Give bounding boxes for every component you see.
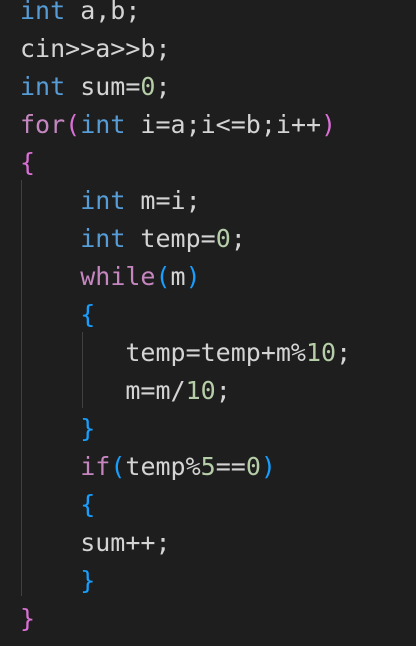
code-token: ) [185,262,201,291]
code-token: ( [110,452,126,481]
code-token: ; [230,224,246,253]
code-token: ; [215,376,231,405]
code-line[interactable]: if(temp%5==0) [20,448,276,486]
code-token: int [20,72,66,101]
code-line[interactable]: cin>>a>>b; [20,30,171,68]
code-token: temp% [125,452,201,481]
code-token: 5 [200,452,216,481]
code-token: m=i; [125,186,201,215]
code-line[interactable]: } [20,410,95,448]
code-token: while [80,262,156,291]
code-token: 0 [140,72,156,101]
code-token: m [170,262,186,291]
code-token: int [80,224,126,253]
code-token: 10 [185,376,216,405]
code-line[interactable]: int a,b; [20,0,140,30]
code-line[interactable]: int sum=0; [20,68,171,106]
code-line[interactable]: { [20,296,95,334]
code-token: } [80,414,96,443]
code-token: { [80,490,96,519]
code-token: 10 [305,338,337,367]
code-line[interactable]: while(m) [20,258,201,296]
code-line[interactable]: temp=temp+m%10; [20,334,351,372]
code-token: ) [321,110,337,139]
code-token: sum++; [20,528,171,557]
code-token: { [20,148,36,177]
code-token: if [80,452,111,481]
code-line[interactable]: } [20,562,95,600]
code-line[interactable]: } [20,600,35,638]
code-token: temp=temp+m% [20,338,306,367]
code-token: } [20,604,36,633]
code-token: i=a;i<=b;i++ [125,110,322,139]
code-token: temp= [125,224,216,253]
code-token: int [80,186,126,215]
code-token: m=m/ [20,376,186,405]
code-line[interactable]: { [20,144,35,182]
code-token: 0 [245,452,261,481]
code-line[interactable]: int temp=0; [20,220,246,258]
code-token: == [215,452,246,481]
code-token: } [80,566,96,595]
code-token: cin>>a>>b; [20,34,171,63]
code-token: ( [155,262,171,291]
code-token: for [20,110,66,139]
code-token: int [20,0,66,25]
code-token: ( [65,110,81,139]
code-editor[interactable]: int a,b; cin>>a>>b; int sum=0; for(int i=a;… [0,0,416,646]
code-token: int [80,110,126,139]
code-line[interactable]: { [20,486,95,524]
code-token: 0 [215,224,231,253]
code-token: { [80,300,96,329]
code-token: ; [336,338,352,367]
code-token: sum= [65,72,141,101]
code-token: ; [155,72,171,101]
code-token: ) [260,452,276,481]
code-token: a,b; [65,0,141,25]
code-line[interactable]: m=m/10; [20,372,231,410]
code-line[interactable]: for(int i=a;i<=b;i++) [20,106,336,144]
code-line[interactable]: sum++; [20,524,171,562]
code-line[interactable]: int m=i; [20,182,201,220]
